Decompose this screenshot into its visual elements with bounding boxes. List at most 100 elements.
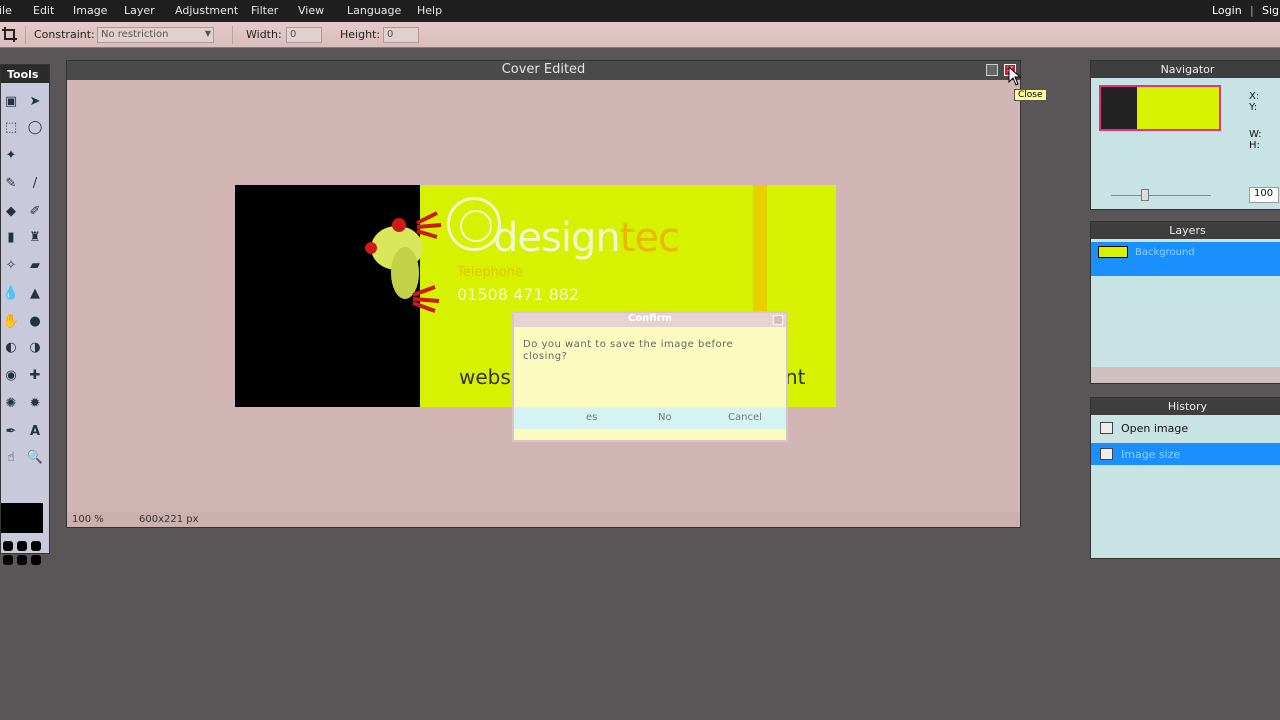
layers-toolbar [1091,367,1280,383]
preset-dot[interactable] [3,555,13,565]
picker-tool-icon[interactable]: ✧ [1,255,21,275]
history-item[interactable]: Open image [1091,417,1280,439]
layer-row[interactable]: Background [1091,242,1280,276]
constraint-value: No restriction [101,29,169,40]
zoom-input[interactable]: 100 [1249,187,1279,203]
zoom-slider-handle[interactable] [1141,189,1149,201]
options-bar: Constraint: No restriction ▼ Width: 0 He… [0,22,1280,48]
preset-dot[interactable] [17,555,27,565]
menu-adjustment[interactable]: Adjustment [175,4,238,17]
image-size-readout: 600x221 px [139,514,199,525]
confirm-dialog: Confirm Do you want to save the image be… [512,311,788,442]
hand-tool-icon[interactable]: ☝ [1,447,21,467]
menu-view[interactable]: View [298,4,324,17]
navigator-title: Navigator [1091,61,1280,78]
dialog-title: Confirm [514,313,786,327]
drawing-tool-icon[interactable]: ✒ [1,421,21,441]
y-label: Y: [1249,102,1258,113]
dodge-tool-icon[interactable]: ◐ [1,337,21,357]
menu-file[interactable]: ile [0,4,12,17]
bloat-tool-icon[interactable]: ✺ [1,393,21,413]
brand-main-text: design [493,215,621,261]
menu-filter[interactable]: Filter [251,4,278,17]
stamp-tool-icon[interactable]: ♜ [25,227,45,247]
login-link[interactable]: Login [1212,4,1242,17]
pencil-tool-icon[interactable]: ✎ [1,173,21,193]
zoom-tool-icon[interactable]: 🔍 [25,447,45,467]
menu-layer[interactable]: Layer [124,4,155,17]
history-item-label: Open image [1121,422,1189,435]
document-window: Cover Edited ✕ designtec Telephone 01508… [66,60,1021,528]
preset-dot[interactable] [3,541,13,551]
dialog-close-icon[interactable] [773,315,783,325]
menu-help[interactable]: Help [417,4,442,17]
lasso-tool-icon[interactable]: ◯ [25,117,45,137]
move-tool-icon[interactable]: ➤ [25,91,45,111]
web-text-left: webs [459,365,511,389]
chevron-down-icon: ▼ [204,29,211,38]
menu-language[interactable]: Language [347,4,401,17]
width-input[interactable]: 0 [286,27,322,43]
redeye-tool-icon[interactable]: ◉ [1,365,21,385]
preset-dot[interactable] [17,541,27,551]
preset-dot[interactable] [31,555,41,565]
eraser-tool-icon[interactable]: ◆ [1,201,21,221]
menu-separator: | [1250,4,1254,17]
gradient-tool-icon[interactable]: ▮ [1,227,21,247]
burn-tool-icon[interactable]: ◑ [25,337,45,357]
cancel-button[interactable]: Cancel [728,412,762,423]
telephone-number: 01508 471 882 [457,285,580,304]
history-title: History [1091,398,1280,415]
close-tooltip: Close [1014,89,1047,101]
brand-logo: designtec [493,215,680,261]
sponge-tool-icon[interactable]: ● [25,311,45,331]
x-label: X: [1249,91,1260,102]
history-step-icon [1100,448,1113,460]
navigator-thumbnail[interactable] [1099,85,1221,131]
smudge-tool-icon[interactable]: ✋ [1,311,21,331]
height-input[interactable]: 0 [383,27,419,43]
tools-title: Tools [1,65,49,83]
document-title[interactable]: Cover Edited [67,61,1020,80]
pinch-tool-icon[interactable]: ✹ [25,393,45,413]
menu-edit[interactable]: Edit [33,4,54,17]
brush-presets[interactable] [3,539,47,569]
frog-image [365,211,442,313]
marquee-tool-icon[interactable]: ⬚ [1,117,21,137]
fill-tool-icon[interactable]: ▰ [25,255,45,275]
signup-link[interactable]: Sig [1262,4,1279,17]
height-label: Height: [340,28,381,41]
history-panel: History Open image Image size [1090,397,1280,559]
replace-tool-icon[interactable]: ✐ [25,201,45,221]
history-step-icon [1100,422,1113,434]
brand-accent-text: tec [619,215,680,261]
layers-title: Layers [1091,222,1280,239]
crop-tool-icon[interactable]: ▣ [1,91,21,111]
w-label: W: [1249,129,1262,140]
navigator-coords: X: Y: W: H: [1249,91,1262,151]
yes-button[interactable]: es [586,412,597,423]
thumbnail-black-area [1101,87,1137,129]
layers-panel: Layers Background [1090,221,1280,384]
text-tool-icon[interactable]: A [25,421,45,441]
constraint-select[interactable]: No restriction ▼ [97,27,214,43]
brush-tool-icon[interactable]: / [25,173,45,193]
maximize-icon[interactable] [986,64,998,76]
zoom-slider-track[interactable] [1111,195,1211,196]
no-button[interactable]: No [658,412,672,423]
color-swatch[interactable] [1,503,43,533]
telephone-label: Telephone [457,265,524,280]
wand-tool-icon[interactable]: ✦ [1,145,21,165]
history-item[interactable]: Image size [1091,443,1280,465]
menu-bar: ile Edit Image Layer Adjustment Filter V… [0,0,1280,22]
menu-image[interactable]: Image [73,4,107,17]
preset-dot[interactable] [31,541,41,551]
crop-icon[interactable] [2,27,17,42]
spot-heal-tool-icon[interactable]: ✚ [25,365,45,385]
drop-tool-icon[interactable]: 💧 [1,283,21,303]
sharpen-tool-icon[interactable]: ▲ [25,283,45,303]
tools-panel: Tools ▣ ➤ ⬚ ◯ ✦ ✎ / ◆ ✐ ▮ ♜ ✧ ▰ 💧 ▲ ✋ ● … [0,64,50,565]
layer-name: Background [1135,247,1195,258]
options-divider [232,26,233,44]
options-divider [25,26,26,44]
